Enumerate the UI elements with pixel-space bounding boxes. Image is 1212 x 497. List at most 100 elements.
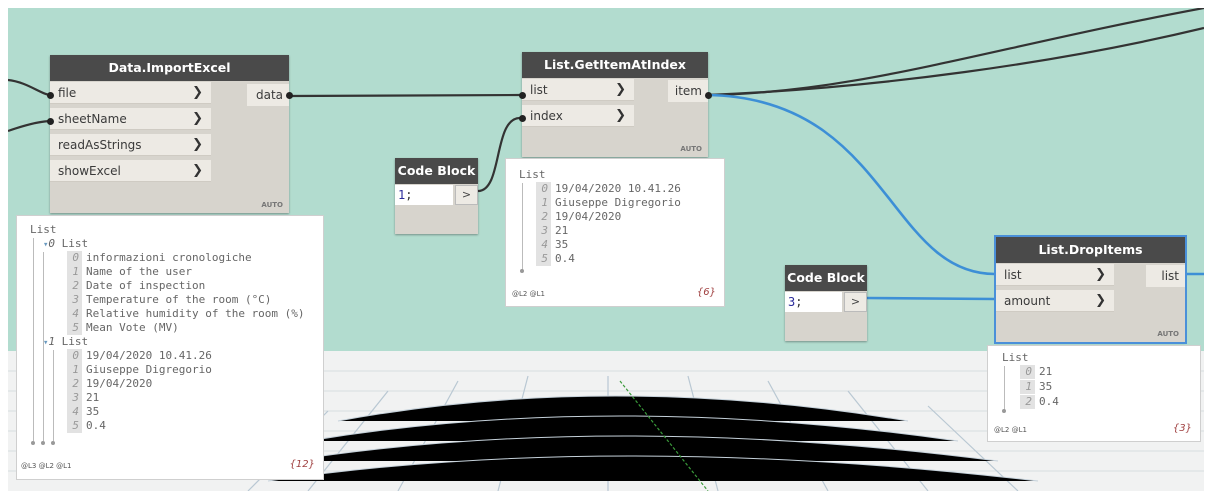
- node-title[interactable]: List.GetItemAtIndex: [522, 52, 708, 78]
- list-item: 2 0.4: [1020, 395, 1059, 409]
- code-output-port[interactable]: >: [844, 292, 867, 312]
- tree-end-bullet: [1002, 409, 1006, 413]
- group-index: 0: [48, 237, 56, 250]
- chevron-right-icon: ❯: [615, 82, 626, 97]
- input-port-index[interactable]: index ❯: [522, 105, 634, 127]
- output-port-dot[interactable]: [705, 92, 712, 99]
- list-root-label: List: [1002, 351, 1029, 364]
- item-value: Date of inspection: [86, 279, 206, 292]
- group-index: 1: [48, 335, 56, 348]
- list-item: 1 35: [1020, 380, 1052, 394]
- input-port-amount[interactable]: amount ❯: [996, 290, 1114, 312]
- node-drop-items[interactable]: List.DropItems list ❯ amount ❯ list AUTO: [994, 235, 1187, 344]
- list-root-label: List: [30, 223, 57, 236]
- wire-cb3-to-amount: [866, 296, 996, 301]
- port-label: readAsStrings: [58, 138, 142, 152]
- node-title[interactable]: Data.ImportExcel: [50, 55, 289, 81]
- list-levels[interactable]: @L2 @L1: [994, 426, 1027, 434]
- item-index: 3: [67, 293, 82, 307]
- lacing-label[interactable]: AUTO: [261, 201, 283, 209]
- chevron-right-icon: ❯: [1095, 293, 1106, 308]
- item-index: 4: [536, 238, 551, 252]
- wire-file: [8, 78, 53, 97]
- node-code-block-1[interactable]: Code Block 1; >: [395, 158, 478, 234]
- output-port-dot[interactable]: [286, 92, 293, 99]
- node-title[interactable]: List.DropItems: [996, 237, 1185, 263]
- chevron-right-icon: ❯: [192, 163, 203, 178]
- item-index: 0: [67, 349, 82, 363]
- node-title[interactable]: Code Block: [395, 158, 478, 184]
- item-value: 19/04/2020: [86, 377, 153, 390]
- item-count: {12}: [289, 459, 315, 470]
- list-item: 2 19/04/2020: [67, 377, 152, 391]
- list-group-header[interactable]: ▾0 List: [43, 237, 88, 251]
- list-item: 0 19/04/2020 10.41.26: [67, 349, 212, 363]
- input-port-dot[interactable]: [47, 118, 54, 125]
- output-port-data[interactable]: data: [247, 84, 289, 106]
- item-value: Temperature of the room (°C): [86, 293, 272, 306]
- code-input[interactable]: 1;: [395, 185, 453, 205]
- input-port-dot[interactable]: [519, 115, 526, 122]
- port-label: showExcel: [58, 164, 121, 178]
- lacing-label[interactable]: AUTO: [680, 145, 702, 153]
- list-root-label: List: [519, 168, 546, 181]
- list-item: 3 21: [536, 224, 568, 238]
- node-import-excel[interactable]: Data.ImportExcel file ❯ sheetName ❯ readAs…: [50, 55, 289, 213]
- input-port-dot[interactable]: [519, 92, 526, 99]
- dynamo-workspace: Data.ImportExcel file ❯ sheetName ❯ readAs…: [0, 0, 1212, 497]
- item-value: 0.4: [86, 419, 106, 432]
- list-levels[interactable]: @L3 @L2 @L1: [21, 462, 72, 470]
- tree-line: [53, 350, 54, 441]
- tree-line: [522, 183, 523, 270]
- port-label: amount: [1004, 294, 1051, 308]
- wire-data-to-list: [288, 93, 521, 98]
- list-item: 1 Giuseppe Digregorio: [536, 196, 681, 210]
- port-label: list: [530, 83, 548, 97]
- item-index: 5: [67, 321, 82, 335]
- input-port-list[interactable]: list ❯: [996, 264, 1114, 286]
- input-port-list[interactable]: list ❯: [522, 79, 634, 101]
- port-label: sheetName: [58, 112, 127, 126]
- item-value: 35: [86, 405, 100, 418]
- node-get-item-at-index[interactable]: List.GetItemAtIndex list ❯ index ❯ item AU…: [522, 52, 708, 157]
- list-group-header[interactable]: ▾1 List: [43, 335, 88, 349]
- chevron-right-icon: ❯: [192, 111, 203, 126]
- watch-preview-import-excel[interactable]: List ▾0 List 0 informazioni cronologiche …: [16, 215, 324, 480]
- input-port-file[interactable]: file ❯: [50, 82, 211, 104]
- node-title[interactable]: Code Block: [785, 265, 867, 291]
- code-output-port[interactable]: >: [455, 185, 478, 205]
- graph-canvas[interactable]: Data.ImportExcel file ❯ sheetName ❯ readAs…: [8, 8, 1204, 491]
- list-levels[interactable]: @L2 @L1: [512, 290, 545, 298]
- chevron-right-icon: ❯: [615, 108, 626, 123]
- code-input[interactable]: 3;: [785, 292, 842, 312]
- watch-preview-get-item[interactable]: List 0 19/04/2020 10.41.26 1 Giuseppe Digr…: [505, 158, 725, 307]
- item-index: 3: [67, 391, 82, 405]
- item-index: 4: [67, 405, 82, 419]
- item-index: 1: [67, 363, 82, 377]
- item-index: 2: [536, 210, 551, 224]
- lacing-label[interactable]: AUTO: [1157, 330, 1179, 338]
- item-value: Mean Vote (MV): [86, 321, 179, 334]
- input-port-dot[interactable]: [47, 92, 54, 99]
- input-port-readasstrings[interactable]: readAsStrings ❯: [50, 134, 211, 156]
- list-item: 3 Temperature of the room (°C): [67, 293, 271, 307]
- input-port-showexcel[interactable]: showExcel ❯: [50, 160, 211, 182]
- list-item: 4 35: [536, 238, 568, 252]
- chevron-right-icon: ❯: [192, 85, 203, 100]
- input-port-sheetname[interactable]: sheetName ❯: [50, 108, 211, 130]
- item-value: Giuseppe Digregorio: [86, 363, 212, 376]
- output-port-item[interactable]: item: [668, 80, 708, 102]
- item-count: {6}: [696, 287, 716, 298]
- node-code-block-3[interactable]: Code Block 3; >: [785, 265, 867, 341]
- item-index: 3: [536, 224, 551, 238]
- watch-preview-drop-items[interactable]: List 0 21 1 35 2 0.4 @L2 @L1 {3}: [987, 345, 1201, 442]
- wire-item-out-1: [707, 8, 1204, 97]
- list-item: 4 35: [67, 405, 99, 419]
- item-index: 2: [67, 279, 82, 293]
- code-semicolon: ;: [405, 188, 413, 202]
- output-port-list[interactable]: list: [1146, 265, 1185, 287]
- group-label: List: [61, 237, 89, 250]
- item-index: 0: [67, 251, 82, 265]
- group-label: List: [61, 335, 89, 348]
- item-index: 1: [536, 196, 551, 210]
